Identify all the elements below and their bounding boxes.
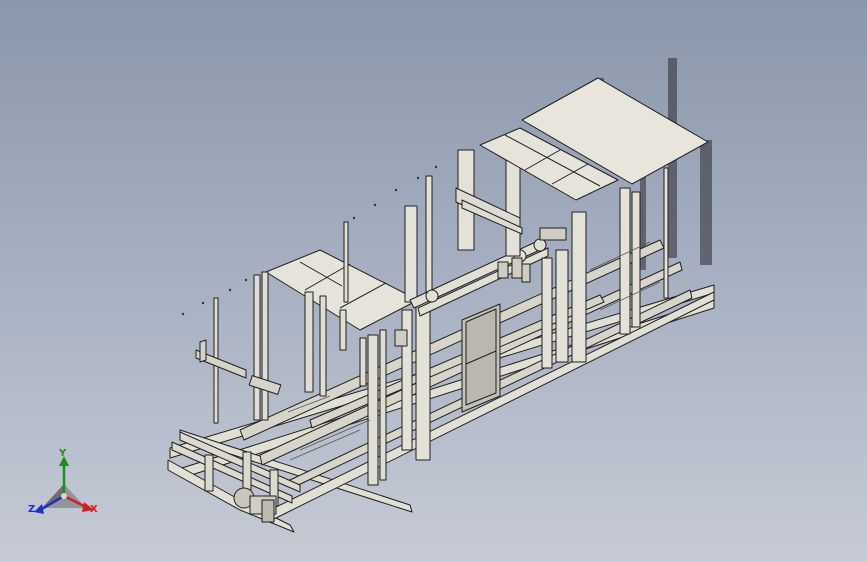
x-axis-label: X — [90, 504, 98, 515]
y-axis-label: Y — [59, 448, 67, 459]
coordinate-triad: Y X Z — [26, 448, 106, 524]
graphics-viewport[interactable]: Y X Z — [0, 0, 867, 562]
z-axis-label: Z — [28, 504, 36, 515]
center-door-panel — [461, 303, 501, 413]
center-left-columns — [401, 175, 433, 461]
3d-assembly-model[interactable] — [0, 0, 867, 562]
